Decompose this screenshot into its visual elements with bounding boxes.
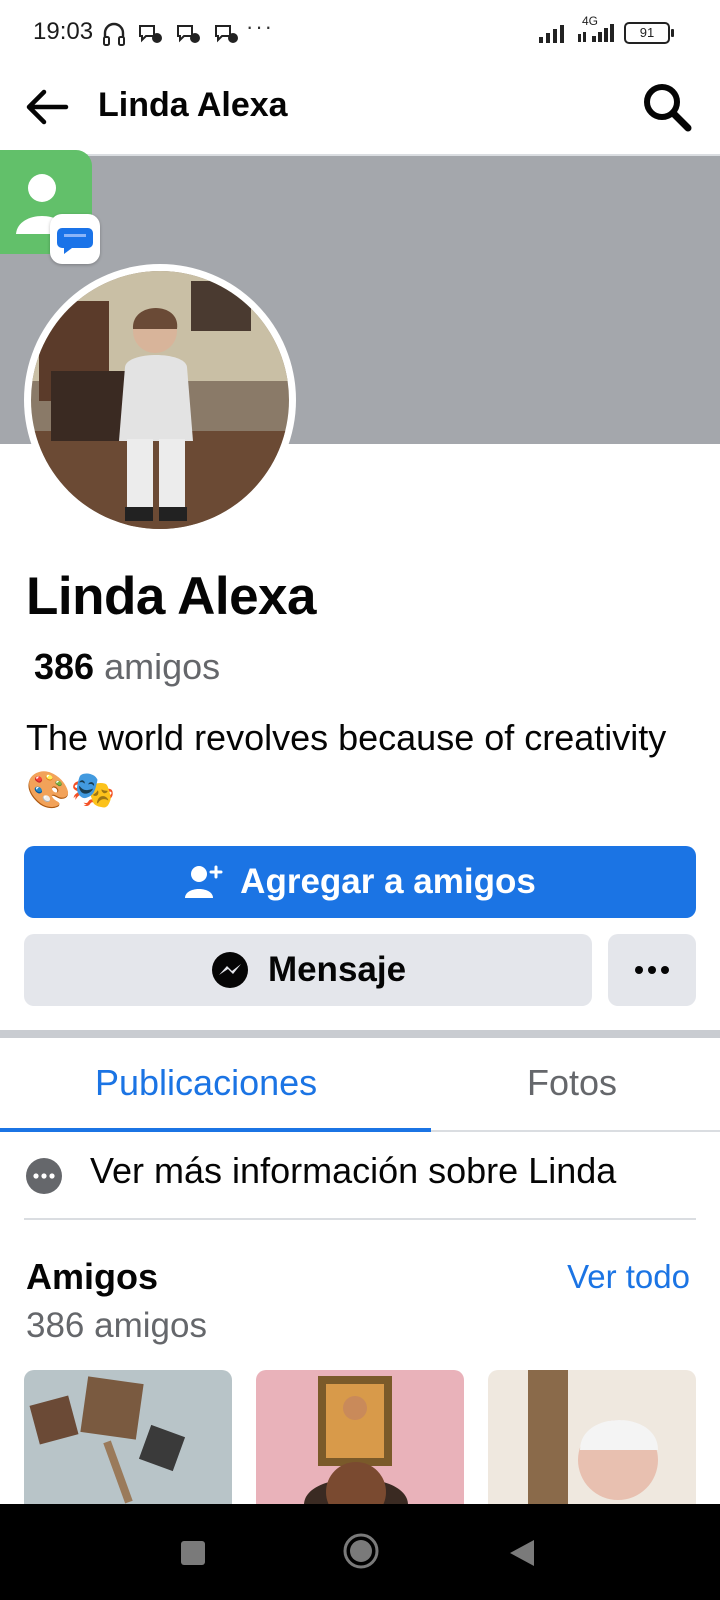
active-tab-indicator — [0, 1128, 431, 1132]
message-label: Mensaje — [267, 950, 407, 989]
friend-thumbnail[interactable] — [24, 1370, 232, 1504]
signal-4g-icon — [578, 24, 614, 42]
search-icon[interactable] — [640, 80, 694, 134]
add-friend-label: Agregar a amigos — [240, 862, 536, 901]
friends-section-count: 386 amigos — [26, 1306, 207, 1345]
recent-apps-icon[interactable] — [180, 1540, 206, 1566]
back-arrow-icon[interactable] — [22, 82, 72, 132]
battery-indicator: 91 — [624, 22, 674, 44]
header-title: Linda Alexa — [98, 86, 288, 124]
messenger-notification-icon — [177, 25, 200, 43]
more-horizontal-icon — [635, 966, 669, 974]
top-app-bar: Linda Alexa — [0, 66, 720, 156]
profile-avatar[interactable] — [31, 271, 289, 529]
more-info-icon — [26, 1158, 62, 1194]
status-time: 19:03 — [33, 18, 94, 45]
friend-thumbnail[interactable] — [256, 1370, 464, 1504]
system-navigation-bar — [0, 1504, 720, 1600]
profile-name: Linda Alexa — [26, 567, 317, 626]
status-right: 4G 91 — [538, 14, 674, 46]
section-divider — [0, 1030, 720, 1038]
messenger-icon — [211, 952, 248, 988]
tab-fotos[interactable]: Fotos — [527, 1062, 617, 1104]
add-friend-button[interactable]: Agregar a amigos — [24, 846, 696, 918]
friends-count: 386 — [34, 646, 95, 687]
tab-publicaciones[interactable]: Publicaciones — [95, 1062, 317, 1104]
friends-section-title: Amigos — [26, 1256, 159, 1297]
messenger-notification-icon — [139, 25, 162, 43]
see-all-friends-link[interactable]: Ver todo — [567, 1258, 690, 1296]
more-info-text: Ver más información sobre Linda — [90, 1150, 617, 1191]
notification-icons — [103, 20, 239, 48]
friends-word: amigos — [104, 646, 221, 687]
messages-badge-icon — [50, 214, 100, 264]
back-nav-icon[interactable] — [508, 1538, 536, 1568]
add-friend-icon — [185, 865, 223, 898]
profile-tabs: Publicaciones Fotos — [0, 1038, 720, 1132]
friends-count-line[interactable]: 386 amigos — [34, 646, 220, 688]
more-info-row[interactable]: Ver más información sobre Linda — [24, 1146, 696, 1220]
status-bar: 19:03 ··· 4G 91 — [0, 0, 720, 66]
signal-icon — [539, 25, 564, 43]
message-button[interactable]: Mensaje — [24, 934, 592, 1006]
more-notifications-icon: ··· — [246, 14, 274, 39]
profile-bio: The world revolves because of creativity… — [26, 717, 667, 810]
network-4g-signal: 4G — [576, 14, 618, 46]
headphones-icon — [103, 22, 125, 46]
more-options-button[interactable] — [608, 934, 696, 1006]
home-icon[interactable] — [342, 1532, 380, 1570]
messenger-notification-icon — [215, 25, 238, 43]
friend-thumbnail[interactable] — [488, 1370, 696, 1504]
